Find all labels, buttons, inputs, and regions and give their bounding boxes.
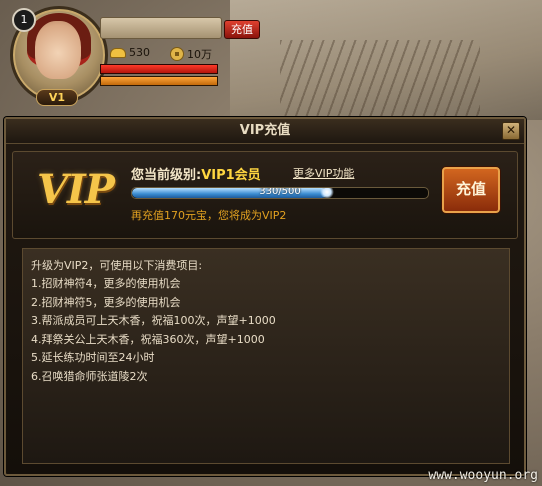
background-roof-tiles [280, 40, 480, 120]
player-level-badge: 1 [12, 8, 36, 32]
benefits-heading: 升级为VIP2，可使用以下消费项目: [31, 259, 203, 272]
vip-level-tag[interactable]: V1 [36, 89, 78, 106]
recharge-button[interactable]: 充值 [442, 167, 500, 213]
close-icon[interactable]: ✕ [502, 122, 520, 140]
watermark: www.wooyun.org [428, 468, 538, 483]
gold-ingot-icon [110, 47, 126, 58]
benefit-item: 2.招财神符5，更多的使用机会 [31, 295, 181, 309]
vip-recharge-dialog: VIP充值 ✕ VIP 您当前级别:VIP1会员 更多VIP功能 330/500… [4, 117, 526, 476]
benefit-item: 6.召唤猎命师张道陵2次 [31, 369, 148, 383]
vip-logo: VIP [37, 166, 115, 213]
mp-bar-fill [101, 77, 217, 85]
mp-bar [100, 76, 218, 86]
vip-progress-bar: 330/500 [131, 187, 429, 199]
player-name-bar [100, 17, 222, 39]
hp-bar [100, 64, 218, 74]
current-level: 您当前级别:VIP1会员 [131, 164, 261, 183]
benefit-list: 1.招财神符4，更多的使用机会 2.招财神符5，更多的使用机会 3.帮派成员可上… [31, 275, 509, 386]
benefit-item: 3.帮派成员可上天木香，祝福100次，声望+1000 [31, 314, 276, 327]
more-vip-features-link[interactable]: 更多VIP功能 [293, 165, 354, 181]
benefit-item: 1.招财神符4，更多的使用机会 [31, 277, 181, 290]
hp-bar-fill [101, 65, 217, 73]
upgrade-hint: 再充值170元宝，您将成为VIP2 [131, 209, 287, 222]
gold-ingot-counter: 530 [110, 46, 150, 59]
vip-status-panel: VIP 您当前级别:VIP1会员 更多VIP功能 330/500 再充值170元… [12, 151, 518, 239]
coin-icon [170, 47, 184, 61]
coin-counter: 10万 [170, 46, 212, 62]
benefit-item: 4.拜祭关公上天木香，祝福360次，声望+1000 [31, 332, 265, 346]
current-level-value: VIP1会员 [201, 168, 261, 183]
benefit-item: 5.延长练功时间至24小时 [31, 351, 155, 364]
vip-progress-text: 330/500 [259, 187, 301, 197]
dialog-title: VIP充值 [6, 119, 524, 144]
player-hud: 1 V1 充值 530 10万 [0, 0, 270, 110]
current-level-label: 您当前级别: [131, 168, 202, 183]
gold-amount: 530 [129, 46, 150, 59]
coin-amount: 10万 [187, 48, 212, 61]
vip2-benefits-panel: 升级为VIP2，可使用以下消费项目: 1.招财神符4，更多的使用机会 2.招财神… [22, 248, 510, 464]
avatar-face [35, 21, 81, 79]
hud-recharge-button[interactable]: 充值 [224, 20, 260, 39]
